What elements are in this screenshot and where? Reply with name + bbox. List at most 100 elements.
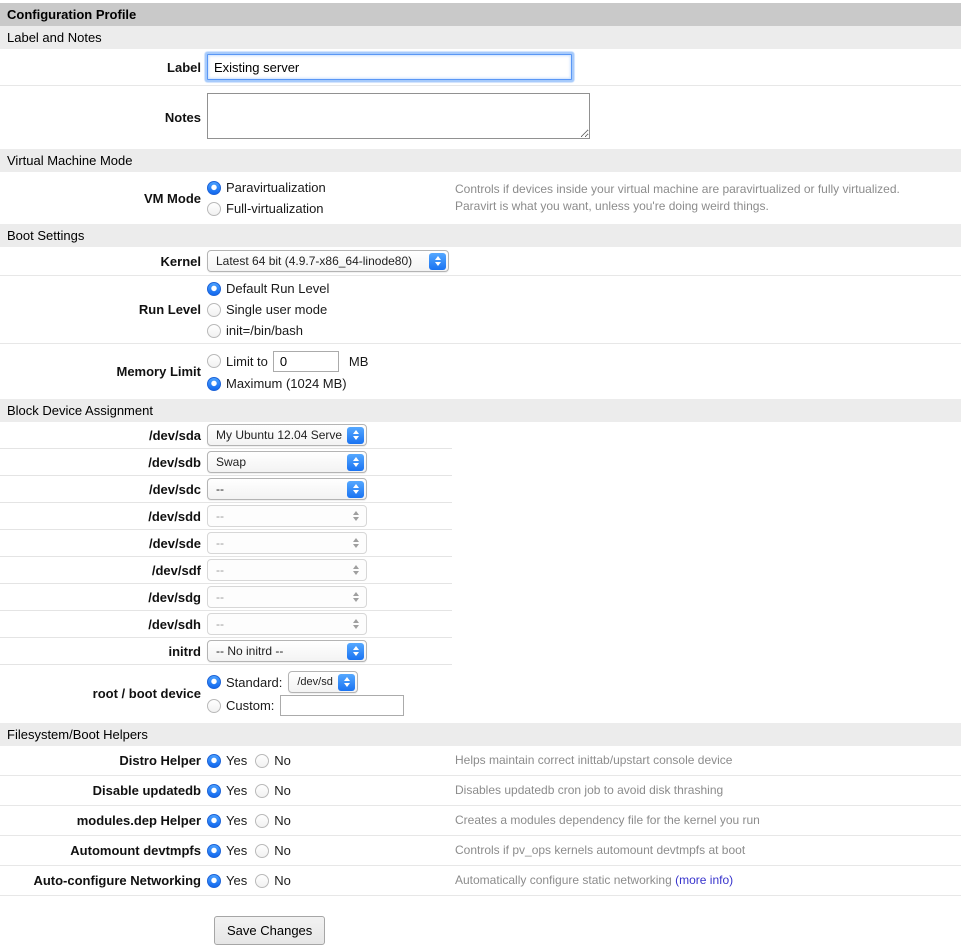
memory-limit-option-maximum[interactable]: Maximum (1024 MB) (207, 373, 449, 394)
section-header-filesystem-boot-helpers: Filesystem/Boot Helpers (0, 723, 961, 746)
device-row-sdf: /dev/sdf -- (0, 557, 452, 584)
device-label: /dev/sdh (0, 617, 207, 632)
automount-devtmpfs-no[interactable]: No (255, 840, 291, 861)
device-row-initrd: initrd -- No initrd -- (0, 638, 452, 665)
standard-device-select[interactable]: /dev/sda (288, 671, 358, 693)
device-label: /dev/sdb (0, 455, 207, 470)
memory-limit-option-limit-to[interactable]: Limit to (207, 351, 268, 372)
radio-selected-icon (207, 814, 221, 828)
device-sdh-select: -- (207, 613, 367, 635)
option-label: Yes (221, 783, 247, 798)
more-info-link[interactable]: (more info) (675, 873, 733, 887)
radio-selected-icon (207, 844, 221, 858)
option-label: Single user mode (221, 302, 327, 317)
memory-limit-input[interactable] (273, 351, 339, 372)
option-label: Yes (221, 873, 247, 888)
select-stepper-icon (338, 674, 355, 691)
option-label: No (269, 813, 291, 828)
label-row: Label (0, 49, 961, 86)
radio-selected-icon (207, 675, 221, 689)
run-level-option-init-bin-bash[interactable]: init=/bin/bash (207, 320, 449, 341)
modules-dep-yes[interactable]: Yes (207, 810, 247, 831)
device-sdg-select: -- (207, 586, 367, 608)
notes-textarea[interactable] (207, 93, 590, 139)
vm-mode-help-text: Controls if devices inside your virtual … (449, 181, 900, 215)
page-title: Configuration Profile (0, 3, 961, 26)
select-value: -- (216, 536, 224, 550)
radio-selected-icon (207, 377, 221, 391)
helper-row-modules-dep: modules.dep Helper Yes No Creates a modu… (0, 806, 961, 836)
radio-unselected-icon (207, 303, 221, 317)
helper-label: Automount devtmpfs (0, 843, 207, 858)
device-label: /dev/sdg (0, 590, 207, 605)
helper-help-text: Disables updatedb cron job to avoid disk… (449, 782, 723, 799)
custom-device-input[interactable] (280, 695, 404, 716)
notes-field-label: Notes (0, 110, 207, 125)
disable-updatedb-yes[interactable]: Yes (207, 780, 247, 801)
device-row-sdh: /dev/sdh -- (0, 611, 452, 638)
run-level-option-single-user[interactable]: Single user mode (207, 299, 449, 320)
run-level-option-default[interactable]: Default Run Level (207, 278, 449, 299)
device-sdd-select: -- (207, 505, 367, 527)
radio-selected-icon (207, 181, 221, 195)
helper-label: Auto-configure Networking (0, 873, 207, 888)
section-header-boot-settings: Boot Settings (0, 224, 961, 247)
distro-helper-no[interactable]: No (255, 750, 291, 771)
select-value: -- (216, 482, 224, 496)
option-label: Yes (221, 813, 247, 828)
select-stepper-icon (347, 454, 364, 471)
radio-unselected-icon (255, 784, 269, 798)
helper-label: Disable updatedb (0, 783, 207, 798)
radio-selected-icon (207, 754, 221, 768)
auto-configure-networking-no[interactable]: No (255, 870, 291, 891)
radio-unselected-icon (207, 324, 221, 338)
device-label: initrd (0, 644, 207, 659)
label-input[interactable] (207, 54, 572, 80)
kernel-select[interactable]: Latest 64 bit (4.9.7-x86_64-linode80) (207, 250, 449, 272)
auto-configure-networking-yes[interactable]: Yes (207, 870, 247, 891)
automount-devtmpfs-yes[interactable]: Yes (207, 840, 247, 861)
distro-helper-yes[interactable]: Yes (207, 750, 247, 771)
device-sdf-select: -- (207, 559, 367, 581)
device-sdc-select[interactable]: -- (207, 478, 367, 500)
block-device-table: /dev/sda My Ubuntu 12.04 Server /dev/sdb… (0, 422, 452, 723)
select-stepper-icon (347, 589, 364, 606)
root-boot-option-standard[interactable]: Standard: (207, 672, 282, 693)
select-stepper-icon (347, 562, 364, 579)
modules-dep-no[interactable]: No (255, 810, 291, 831)
root-boot-device-label: root / boot device (0, 686, 207, 701)
save-changes-button[interactable]: Save Changes (214, 916, 325, 945)
device-label: /dev/sdf (0, 563, 207, 578)
device-row-sda: /dev/sda My Ubuntu 12.04 Server (0, 422, 452, 449)
select-value: /dev/sda (297, 676, 333, 688)
helper-row-disable-updatedb: Disable updatedb Yes No Disables updated… (0, 776, 961, 806)
radio-selected-icon (207, 874, 221, 888)
radio-unselected-icon (207, 202, 221, 216)
option-label: Default Run Level (221, 281, 329, 296)
disable-updatedb-no[interactable]: No (255, 780, 291, 801)
kernel-row: Kernel Latest 64 bit (4.9.7-x86_64-linod… (0, 247, 961, 276)
device-sdb-select[interactable]: Swap (207, 451, 367, 473)
device-label: /dev/sde (0, 536, 207, 551)
root-boot-device-row: root / boot device Standard: /dev/sda (0, 665, 452, 723)
option-label: Full-virtualization (221, 201, 324, 216)
select-stepper-icon (347, 616, 364, 633)
select-value: -- (216, 590, 224, 604)
device-sda-select[interactable]: My Ubuntu 12.04 Server (207, 424, 367, 446)
label-field-label: Label (0, 60, 207, 75)
vm-mode-row: VM Mode Paravirtualization Full-virtuali… (0, 172, 961, 224)
helper-row-distro-helper: Distro Helper Yes No Helps maintain corr… (0, 746, 961, 776)
section-header-block-device-assignment: Block Device Assignment (0, 399, 961, 422)
option-label: Paravirtualization (221, 180, 326, 195)
vm-mode-option-full-virtualization[interactable]: Full-virtualization (207, 198, 449, 219)
root-boot-option-custom[interactable]: Custom: (207, 695, 274, 716)
kernel-label: Kernel (0, 254, 207, 269)
section-header-label-and-notes: Label and Notes (0, 26, 961, 49)
device-label: /dev/sdd (0, 509, 207, 524)
help-line: Paravirt is what you want, unless you're… (455, 198, 900, 215)
helper-help-text: Controls if pv_ops kernels automount dev… (449, 842, 745, 859)
vm-mode-option-paravirtualization[interactable]: Paravirtualization (207, 177, 449, 198)
initrd-select[interactable]: -- No initrd -- (207, 640, 367, 662)
helper-help-text: Helps maintain correct inittab/upstart c… (449, 752, 732, 769)
option-label: No (269, 753, 291, 768)
